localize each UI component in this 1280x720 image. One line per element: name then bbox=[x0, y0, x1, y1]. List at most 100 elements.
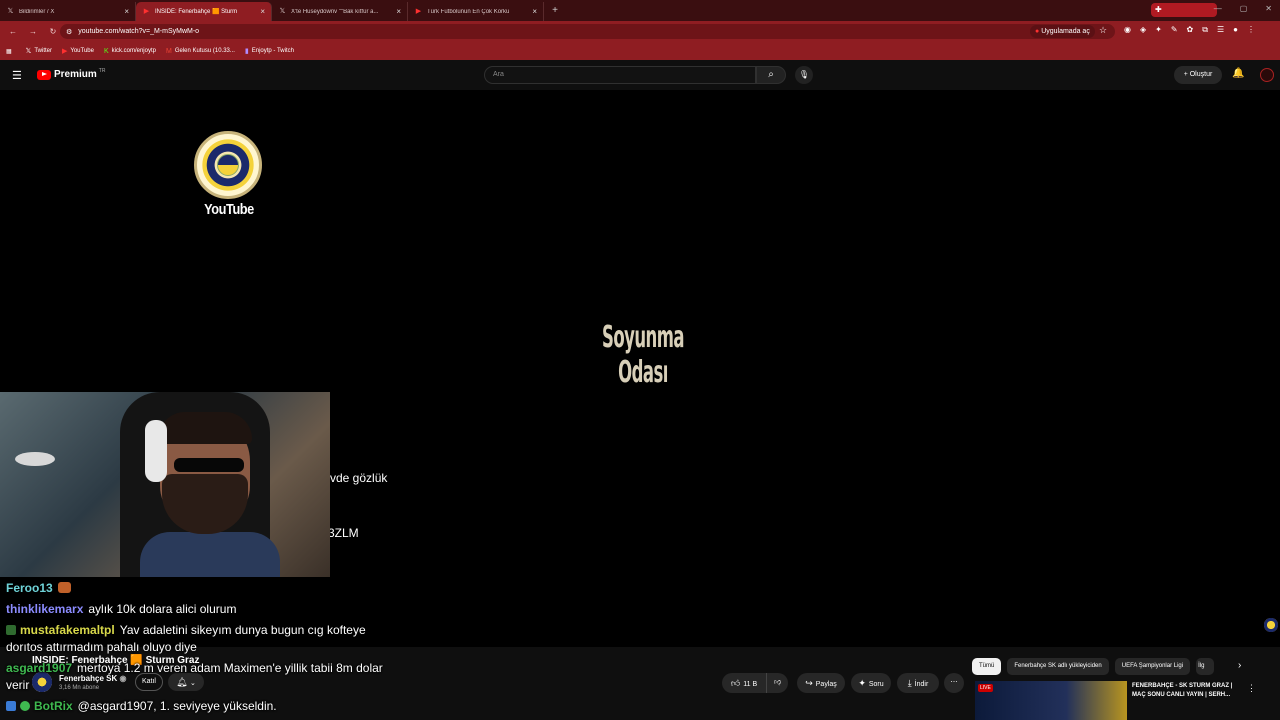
open-in-app-button[interactable]: ● Uygulamada aç bbox=[1030, 25, 1095, 38]
streamer-shirt bbox=[140, 532, 280, 577]
share-button[interactable]: ↪ Paylaş bbox=[797, 673, 845, 693]
x-icon: 𝕏 bbox=[7, 8, 14, 15]
apps-grid-icon[interactable]: ▦ bbox=[6, 48, 12, 55]
ask-button[interactable]: ✦ Soru bbox=[851, 673, 891, 693]
extension-icon[interactable]: ◉ bbox=[1124, 25, 1131, 35]
profile-button[interactable]: ✚ bbox=[1151, 3, 1217, 17]
search-icon: ⌕ bbox=[768, 69, 774, 80]
chat-message: BotRix @asgard1907, 1. seviyeye yükseldin… bbox=[6, 698, 396, 715]
more-vertical-icon[interactable]: ⋮ bbox=[1247, 683, 1256, 694]
extension-icon[interactable]: ✎ bbox=[1171, 25, 1178, 35]
recommended-video-thumbnail[interactable] bbox=[975, 681, 1127, 720]
thumbs-up-icon: 👍︎ bbox=[730, 678, 741, 688]
chip-uploader[interactable]: Fenerbahçe SK adlı yükleyiciden bbox=[1007, 658, 1109, 675]
search-button[interactable]: ⌕ bbox=[756, 66, 786, 84]
like-button[interactable]: 👍︎ 11 B bbox=[722, 673, 766, 693]
bookmark-label: kick.com/enjoytp bbox=[111, 48, 156, 54]
more-horizontal-icon: ⋯ bbox=[950, 679, 958, 686]
bookmark-kick[interactable]: Kkick.com/enjoytp bbox=[104, 48, 156, 55]
leaf-badge-icon bbox=[6, 625, 16, 635]
url-bar[interactable]: ⚙ youtube.com/watch?v=_M-mSyMwM-o bbox=[60, 24, 1115, 39]
youtube-play-icon bbox=[37, 69, 51, 80]
chat-text: @asgard1907, 1. seviyeye yükseldin. bbox=[77, 699, 277, 713]
new-tab-button[interactable]: + bbox=[548, 4, 562, 18]
browser-tab[interactable]: ▶ Türk Futbolunun En Çok Korku × bbox=[408, 2, 544, 21]
channel-watermark-icon[interactable] bbox=[1264, 618, 1278, 632]
close-icon[interactable]: × bbox=[532, 7, 537, 16]
streamer-hair bbox=[158, 412, 252, 444]
tab-title: INSIDE: Fenerbahçe 🟧 Sturm bbox=[155, 9, 238, 15]
more-actions-button[interactable]: ⋯ bbox=[944, 673, 964, 693]
youtube-icon: ▶ bbox=[415, 8, 422, 15]
bookmark-label: Twitter bbox=[34, 48, 52, 54]
profile-avatar-icon[interactable]: ● bbox=[1233, 25, 1238, 35]
youtube-logo[interactable]: Premium TR bbox=[37, 68, 105, 80]
microphone-icon: 🎙 bbox=[798, 70, 810, 79]
account-avatar[interactable] bbox=[1260, 68, 1274, 82]
bookmark-gmail[interactable]: M Gelen Kutusu (10.33... bbox=[166, 48, 235, 55]
chevron-right-icon[interactable]: › bbox=[1238, 660, 1241, 671]
tab-title: Türk Futbolunun En Çok Korku bbox=[427, 8, 510, 15]
minimize-icon[interactable]: — bbox=[1214, 4, 1222, 13]
twitch-icon: ▮ bbox=[244, 48, 249, 55]
bookmark-label: YouTube bbox=[70, 48, 94, 54]
bookmark-label: Enjoytp - Twitch bbox=[251, 48, 294, 54]
site-info-icon[interactable]: ⚙ bbox=[66, 28, 72, 36]
chat-cutoff-text: vde gözlük bbox=[330, 471, 388, 485]
extension-icon[interactable]: ✿ bbox=[1187, 25, 1194, 35]
download-button[interactable]: ⤓ İndir bbox=[897, 673, 939, 693]
reload-icon[interactable]: ↻ bbox=[46, 27, 60, 36]
maximize-icon[interactable]: ▢ bbox=[1240, 4, 1248, 13]
verified-check-icon bbox=[20, 701, 30, 711]
bookmark-twitter[interactable]: 𝕏 Twitter bbox=[26, 47, 52, 55]
close-icon[interactable]: × bbox=[124, 7, 129, 16]
chip-related[interactable]: İlg bbox=[1196, 658, 1215, 675]
chat-message: thinklikemarx aylık 10k dolara alici olur… bbox=[6, 601, 396, 618]
extension-icon[interactable]: ✦ bbox=[1155, 25, 1162, 35]
browser-tab[interactable]: 𝕏 Bildirimler / X × bbox=[0, 2, 136, 21]
browser-tab[interactable]: 𝕏 X'te Huseydownv ""Bak kıtfür a... × bbox=[272, 2, 408, 21]
bookmark-youtube[interactable]: ▶ YouTube bbox=[62, 47, 94, 55]
video-overlay-title: Soyunma Odası bbox=[602, 320, 685, 390]
url-text: youtube.com/watch?v=_M-mSyMwM-o bbox=[78, 28, 200, 35]
chip-all[interactable]: Tümü bbox=[972, 658, 1002, 675]
voice-search-button[interactable]: 🎙 bbox=[795, 66, 813, 84]
crest-center bbox=[217, 154, 239, 176]
chat-username: mustafakemaltpl bbox=[20, 623, 115, 637]
close-icon[interactable]: × bbox=[260, 7, 265, 16]
forward-icon[interactable]: → bbox=[26, 27, 40, 36]
back-icon[interactable]: ← bbox=[6, 27, 20, 36]
bookmark-star-icon[interactable]: ☆ bbox=[1099, 25, 1107, 36]
chip-ucl[interactable]: UEFA Şampiyonlar Ligi bbox=[1114, 658, 1191, 675]
video-watermark-label: YouTube bbox=[204, 201, 254, 218]
chat-cutoff-text: 3ZLM bbox=[328, 526, 359, 540]
create-button[interactable]: + Oluştur bbox=[1174, 66, 1222, 84]
dislike-button[interactable]: 👎︎ bbox=[766, 673, 788, 693]
close-window-icon[interactable]: ✕ bbox=[1265, 4, 1272, 13]
recommended-video-title[interactable]: FENERBAHÇE - SK STURM GRAZ | MAÇ SONU CA… bbox=[1132, 682, 1244, 700]
tab-search-icon[interactable]: ☰ bbox=[1217, 25, 1224, 35]
close-icon[interactable]: × bbox=[396, 7, 401, 16]
search-input[interactable]: Ara bbox=[484, 66, 756, 84]
chat-username: asgard1907 bbox=[6, 661, 73, 675]
background-lamp bbox=[15, 452, 55, 466]
create-label: Oluştur bbox=[1189, 71, 1213, 78]
sparkle-icon: ✦ bbox=[858, 678, 866, 688]
stream-chat-overlay: Feroo13 thinklikemarx aylık 10k dolara al… bbox=[6, 580, 396, 719]
hamburger-menu-icon[interactable]: ☰ bbox=[12, 69, 22, 82]
share-icon: ↪ bbox=[805, 678, 813, 688]
notifications-bell-icon[interactable]: 🔔 bbox=[1232, 68, 1244, 79]
bookmark-twitch[interactable]: ▮ Enjoytp - Twitch bbox=[245, 47, 294, 55]
chat-message: mustafakemaltpl Yav adaletini sikeyım dun… bbox=[6, 622, 396, 656]
extensions-puzzle-icon[interactable]: ⧉ bbox=[1202, 25, 1208, 35]
x-icon: 𝕏 bbox=[279, 8, 286, 15]
tab-title: Bildirimler / X bbox=[19, 8, 55, 15]
share-label: Paylaş bbox=[815, 681, 837, 688]
browser-tab-active[interactable]: ▶ INSIDE: Fenerbahçe 🟧 Sturm × bbox=[136, 2, 272, 21]
plus-icon: + bbox=[1183, 71, 1188, 78]
browser-menu-icon[interactable]: ⋮ bbox=[1247, 25, 1255, 35]
fenerbahce-crest-logo bbox=[194, 131, 262, 199]
extension-icon[interactable]: ◈ bbox=[1140, 25, 1146, 35]
ask-label: Soru bbox=[868, 681, 884, 688]
sunglasses bbox=[174, 458, 244, 472]
